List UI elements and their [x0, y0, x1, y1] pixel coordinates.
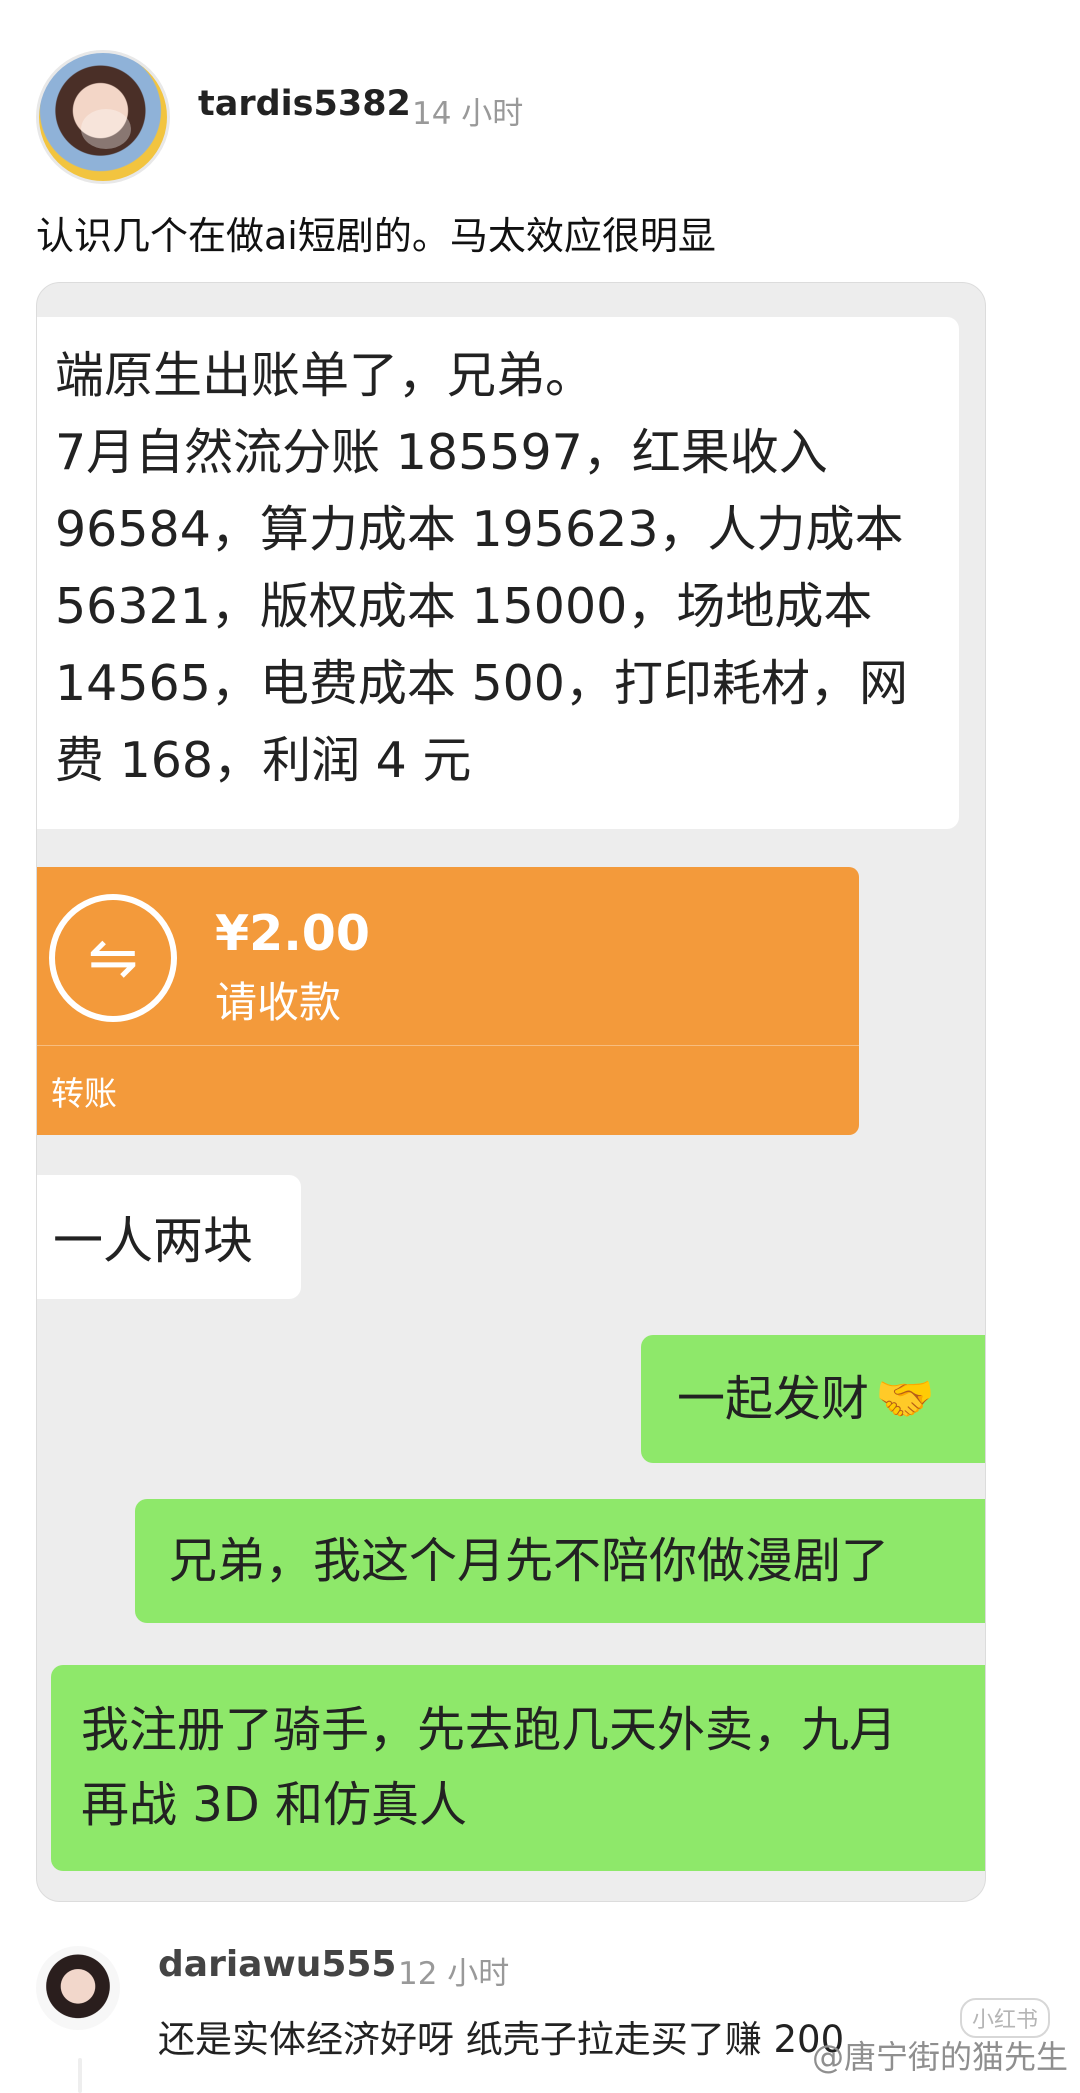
outgoing-message-3: 我注册了骑手，先去跑几天外卖，九月 再战 3D 和仿真人 — [51, 1665, 985, 1871]
short-message-text: 一人两块 — [53, 1212, 253, 1270]
comment-username[interactable]: dariawu555 — [158, 1944, 396, 1985]
chat-screenshot: 端原生出账单了，兄弟。 7月自然流分账 185597，红果收入 96584，算力… — [36, 282, 986, 1902]
bill-text: 端原生出账单了，兄弟。 7月自然流分账 185597，红果收入 96584，算力… — [55, 347, 908, 789]
transfer-status: 请收款 — [215, 978, 342, 1027]
incoming-message-short: 一人两块 — [37, 1175, 301, 1299]
post-body: 认识几个在做ai短剧的。马太效应很明显 — [36, 214, 716, 258]
outgoing-message-2-text: 兄弟，我这个月先不陪你做漫剧了 — [169, 1532, 890, 1589]
comment-avatar[interactable] — [36, 1946, 120, 2030]
comment-text: 还是实体经济好呀 纸壳子拉走买了赚 200 — [158, 2018, 845, 2061]
comment-time: 12 小时 — [398, 1956, 510, 1992]
outgoing-message-1: 一起发财 🤝 — [641, 1335, 985, 1463]
user-avatar[interactable] — [36, 50, 170, 184]
incoming-message-bill: 端原生出账单了，兄弟。 7月自然流分账 185597，红果收入 96584，算力… — [37, 317, 959, 829]
transfer-divider — [37, 1045, 859, 1046]
transfer-amount: ¥2.00 — [215, 905, 370, 962]
thread-line — [78, 2058, 82, 2093]
handshake-emoji-icon: 🤝 — [875, 1370, 935, 1427]
outgoing-message-2: 兄弟，我这个月先不陪你做漫剧了 — [135, 1499, 985, 1623]
transfer-card[interactable]: ⇋ ¥2.00 请收款 转账 — [37, 867, 859, 1135]
weibo-watermark: @唐宁街的猫先生 — [811, 2038, 1068, 2076]
post-time: 14 小时 — [412, 96, 524, 132]
transfer-icon: ⇋ — [49, 894, 177, 1022]
outgoing-message-1-text: 一起发财 — [677, 1370, 870, 1427]
transfer-label: 转账 — [51, 1074, 117, 1113]
outgoing-message-3-text: 我注册了骑手，先去跑几天外卖，九月 再战 3D 和仿真人 — [81, 1702, 898, 1833]
post-header: tardis5382 14 小时 — [0, 0, 1080, 190]
post-username[interactable]: tardis5382 — [198, 84, 411, 124]
